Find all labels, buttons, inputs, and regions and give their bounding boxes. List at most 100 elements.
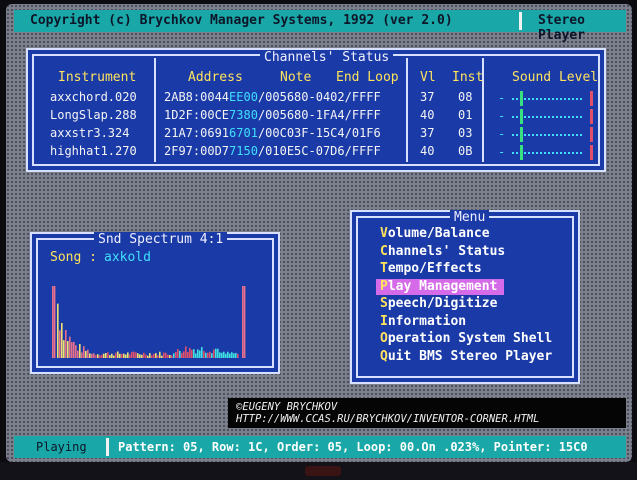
channel-sound-meter: - [498, 127, 598, 142]
spectrum-bar [227, 351, 229, 358]
spectrum-bar [219, 352, 221, 358]
channel-volume: 37 [420, 126, 435, 140]
spectrum-bar [175, 351, 177, 358]
menu-item-hannels-status[interactable]: Channels' Status [376, 244, 508, 260]
spectrum-graph [52, 286, 246, 358]
menu-item-label: hannels' Status [387, 243, 506, 259]
meter-peak [590, 127, 593, 142]
meter-dash: - [498, 145, 506, 159]
spectrum-bar [187, 352, 189, 358]
menu-item-label: peration System Shell [387, 331, 553, 346]
main-menu-panel: Menu Volume/Balance Channels' Status Tempo… [350, 210, 580, 384]
spectrum-left-marker [52, 286, 54, 358]
menu-title: Menu [450, 210, 490, 225]
spectrum-bar [117, 351, 119, 358]
meter-level [520, 109, 523, 124]
menu-item-peration-system-shell[interactable]: Operation System Shell [376, 331, 552, 347]
playback-info: Pattern: 05, Row: 1C, Order: 05, Loop: 0… [118, 440, 588, 454]
copyright-text: Copyright (c) Brychkov Manager Systems, … [30, 13, 453, 28]
spectrum-bar [173, 353, 175, 358]
song-name: axkold [104, 250, 151, 265]
spectrum-bar [69, 336, 71, 358]
spectrum-bar [63, 340, 65, 358]
app-name: Stereo Player [538, 13, 585, 43]
col-header-inst: Inst [452, 70, 484, 85]
spectrum-bar [67, 340, 69, 358]
spectrum-bar [101, 354, 103, 358]
menu-item-label: nformation [387, 313, 467, 329]
col-header-end-loop: End Loop [336, 70, 399, 85]
col-header-sound-level: Sound Level [512, 70, 599, 85]
spectrum-bar [87, 349, 89, 358]
spectrum-bar [157, 355, 159, 358]
menu-item-label: empo/Effects [387, 261, 482, 276]
address-note: 6701 [229, 126, 258, 140]
watermark-author: ©EUGENY BRYCHKOV [236, 401, 338, 413]
menu-item-label: olume/Balance [387, 226, 490, 241]
menu-item-peech-digitize[interactable]: Speech/Digitize [376, 296, 508, 312]
spectrum-bar [103, 353, 105, 358]
address-note: 7380 [229, 108, 258, 122]
menu-hotkey: O [380, 331, 388, 346]
channel-volume: 40 [420, 108, 435, 122]
spectrum-bar [207, 352, 209, 358]
menu-item-lay-management[interactable]: Play Management [376, 278, 504, 295]
address-segment: 2AB8:0044 [164, 90, 230, 104]
spectrum-bar [79, 344, 81, 358]
spectrum-bar [129, 354, 131, 358]
meter-peak [590, 109, 593, 124]
spectrum-bar [89, 353, 91, 358]
col-header-instrument: Instrument [58, 70, 137, 85]
spectrum-bar [161, 355, 163, 358]
channel-inst-number: 01 [458, 108, 473, 122]
spectrum-bar [71, 342, 73, 358]
menu-item-label: peech/Digitize [387, 296, 498, 311]
spectrum-bar [131, 351, 133, 358]
spectrum-bar [205, 352, 207, 358]
spectrum-bar [81, 352, 83, 358]
spectrum-bar [61, 322, 63, 358]
spectrum-bar [83, 346, 85, 358]
spectrum-bar [143, 352, 145, 358]
meter-peak [590, 91, 593, 106]
spectrum-bar [73, 341, 75, 358]
spectrum-bar [139, 354, 141, 358]
spectrum-bar [199, 350, 201, 358]
spectrum-left-marker [53, 286, 56, 358]
spectrum-bar [209, 351, 211, 358]
spectrum-bar [229, 353, 231, 358]
channel-volume: 37 [420, 90, 435, 104]
monitor-logo [305, 466, 341, 476]
channel-inst-number: 08 [458, 90, 473, 104]
spectrum-bar [231, 352, 233, 358]
menu-item-olume-balance[interactable]: Volume/Balance [376, 226, 508, 242]
spectrum-bar [191, 349, 193, 358]
spectrum-bar [163, 352, 165, 358]
menu-item-empo-effects[interactable]: Tempo/Effects [376, 261, 508, 277]
menu-item-nformation[interactable]: Information [376, 314, 508, 330]
spectrum-bar [171, 355, 173, 358]
spectrum-bar [141, 354, 143, 358]
channel-address: 21A7:06916701/00C03F-15C4/01F6 [164, 126, 381, 140]
address-loop: /00C03F-15C4/01F6 [257, 126, 381, 140]
meter-peak [590, 145, 593, 160]
menu-hotkey: Q [380, 348, 388, 364]
channels-status-panel: Channels' Status Instrument Address Note… [26, 48, 606, 172]
channel-inst-number: 03 [458, 126, 473, 140]
channel-instrument: LongSlap.288 [50, 108, 137, 122]
menu-item-label: lay Management [387, 278, 498, 294]
channels-panel-title: Channels' Status [260, 50, 394, 65]
address-segment: 1D2F:00CE [164, 108, 230, 122]
menu-hotkey: I [380, 313, 388, 329]
spectrum-bar [99, 355, 101, 358]
address-loop: /010E5C-07D6/FFFF [257, 144, 381, 158]
status-bar: Playing Pattern: 05, Row: 1C, Order: 05,… [14, 436, 626, 458]
spectrum-bar [183, 351, 185, 358]
spectrum-bar [235, 352, 237, 358]
spectrum-bar [77, 350, 79, 358]
col-header-address: Address [188, 70, 243, 85]
menu-item-uit-bms-stereo-player[interactable]: Quit BMS Stereo Player [376, 348, 552, 365]
status-separator [106, 438, 109, 456]
spectrum-bar [167, 354, 169, 358]
address-segment: 2F97:00D7 [164, 144, 230, 158]
